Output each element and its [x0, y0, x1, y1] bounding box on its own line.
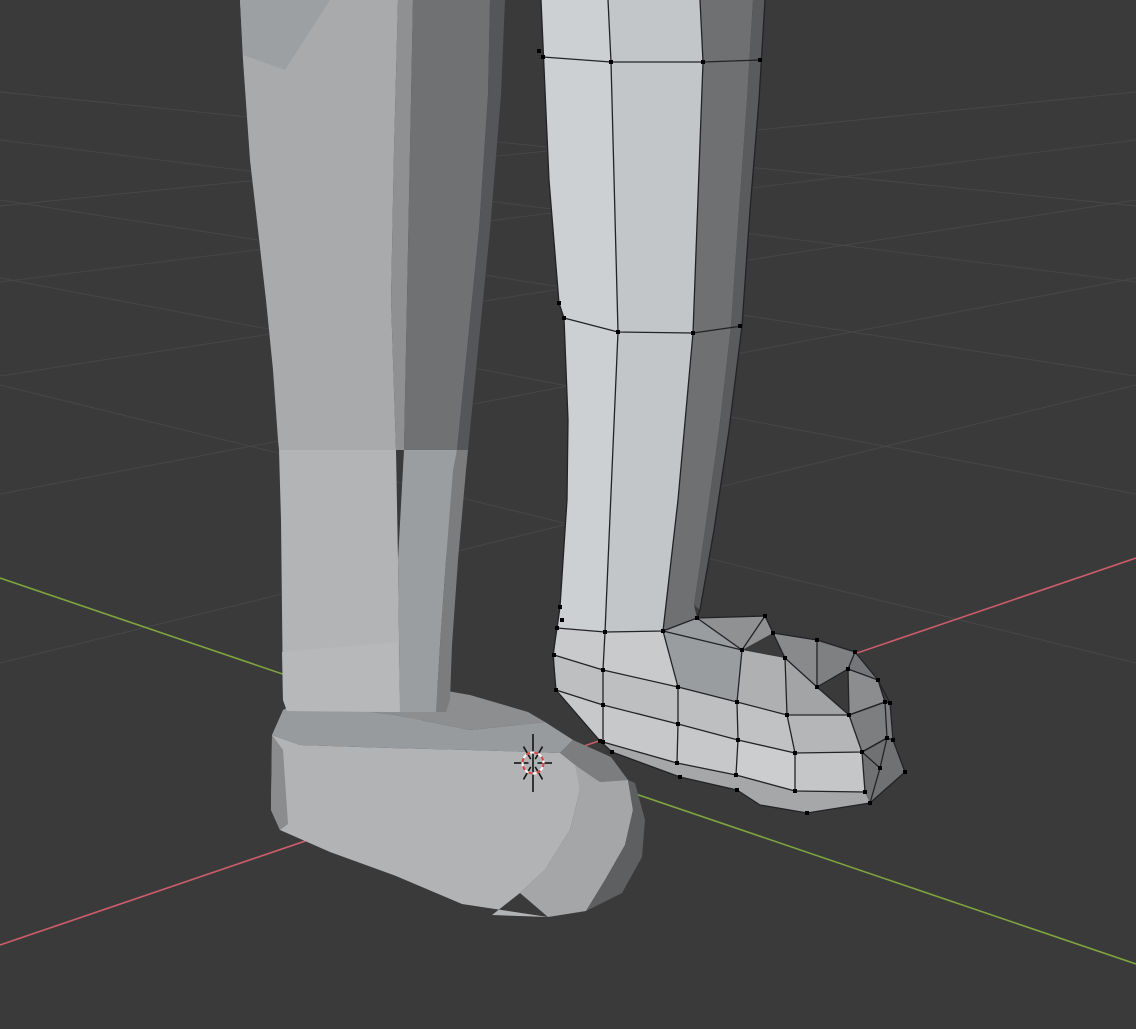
- blender-window: [0, 0, 1136, 1029]
- mesh-vertex[interactable]: [740, 648, 744, 652]
- mesh-vertex[interactable]: [758, 58, 762, 62]
- mesh-vertex[interactable]: [555, 626, 559, 630]
- blender-3d-viewport[interactable]: [0, 0, 1136, 1029]
- mesh-vertex[interactable]: [676, 722, 680, 726]
- mesh-vertex[interactable]: [876, 678, 880, 682]
- mesh-vertex[interactable]: [676, 685, 680, 689]
- mesh-vertex[interactable]: [601, 668, 605, 672]
- mesh-vertex[interactable]: [616, 330, 620, 334]
- mesh-vertex[interactable]: [860, 750, 864, 754]
- mesh-vertex[interactable]: [735, 700, 739, 704]
- mesh-vertex[interactable]: [793, 751, 797, 755]
- mesh-vertex[interactable]: [601, 740, 605, 744]
- mesh-vertex[interactable]: [557, 301, 561, 305]
- mesh-vertex[interactable]: [888, 701, 892, 705]
- mesh-vertex[interactable]: [771, 631, 775, 635]
- mesh-vertex[interactable]: [661, 629, 665, 633]
- mesh-vertex[interactable]: [736, 738, 740, 742]
- mesh-vertex[interactable]: [903, 770, 907, 774]
- mesh-vertex[interactable]: [763, 614, 767, 618]
- mesh-vertex[interactable]: [691, 331, 695, 335]
- mesh-vertex[interactable]: [785, 713, 789, 717]
- mesh-vertex[interactable]: [603, 630, 607, 634]
- left-leg-ankle-face: [282, 642, 400, 712]
- mesh-vertex[interactable]: [695, 616, 699, 620]
- mesh-vertex[interactable]: [853, 650, 857, 654]
- mesh-vertex[interactable]: [738, 324, 742, 328]
- mesh-vertex[interactable]: [701, 60, 705, 64]
- toe-face-6: [795, 752, 865, 792]
- mesh-vertex[interactable]: [883, 700, 887, 704]
- mesh-vertex[interactable]: [885, 736, 889, 740]
- mesh-vertex[interactable]: [863, 790, 867, 794]
- mesh-vertex[interactable]: [734, 773, 738, 777]
- mesh-vertex[interactable]: [609, 60, 613, 64]
- mesh-vertex[interactable]: [846, 667, 850, 671]
- mesh-vertex[interactable]: [878, 766, 882, 770]
- mesh-vertex[interactable]: [847, 713, 851, 717]
- mesh-vertex[interactable]: [678, 775, 682, 779]
- mesh-vertex[interactable]: [675, 761, 679, 765]
- mesh-vertex[interactable]: [601, 703, 605, 707]
- mesh-vertex[interactable]: [554, 688, 558, 692]
- mesh-vertex[interactable]: [868, 801, 872, 805]
- mesh-vertex[interactable]: [552, 653, 556, 657]
- mesh-vertex[interactable]: [610, 750, 614, 754]
- mesh-vertex[interactable]: [537, 49, 541, 53]
- mesh-vertex[interactable]: [815, 685, 819, 689]
- mesh-vertex[interactable]: [562, 316, 566, 320]
- mesh-vertex[interactable]: [815, 638, 819, 642]
- mesh-vertex[interactable]: [558, 605, 562, 609]
- mesh-vertex[interactable]: [805, 811, 809, 815]
- mesh-vertex[interactable]: [891, 738, 895, 742]
- mesh-vertex[interactable]: [793, 789, 797, 793]
- mesh-vertex[interactable]: [541, 55, 545, 59]
- mesh-vertex[interactable]: [560, 618, 564, 622]
- mesh-vertex[interactable]: [783, 656, 787, 660]
- mesh-vertex[interactable]: [735, 788, 739, 792]
